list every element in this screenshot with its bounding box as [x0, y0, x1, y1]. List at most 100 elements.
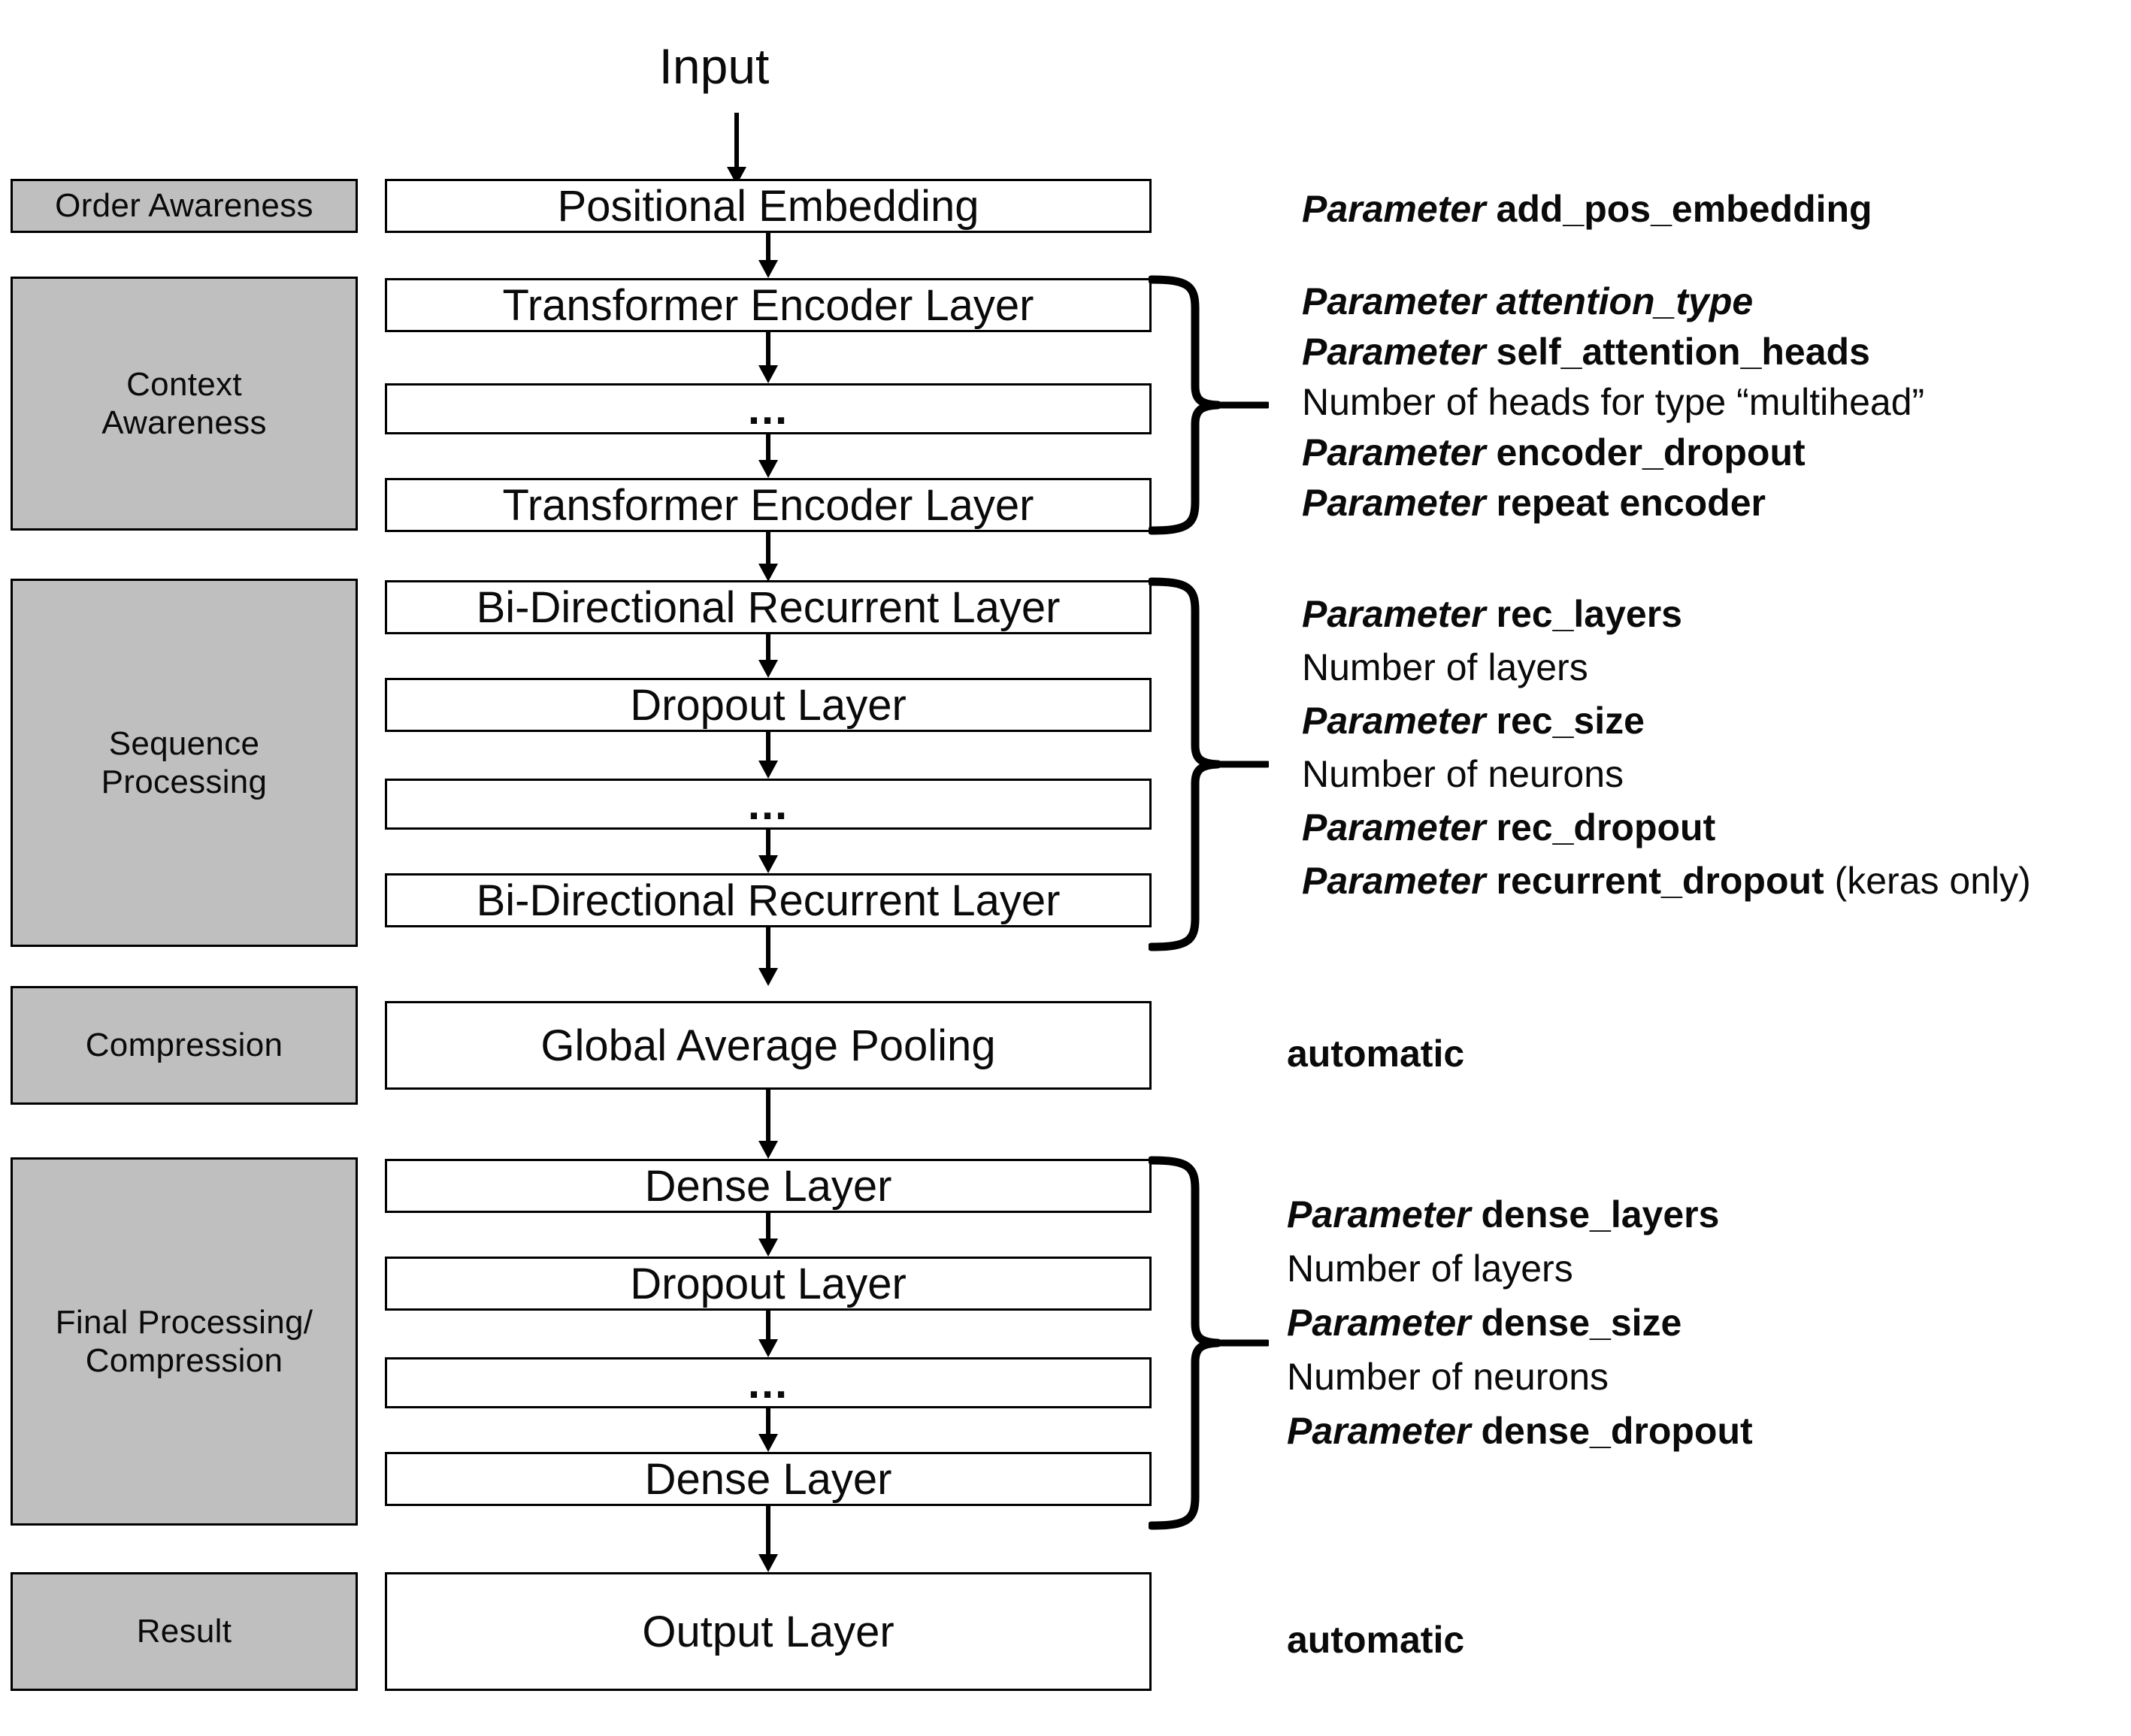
annotation-line: Parameter recurrent_dropout (keras only) [1302, 854, 2031, 908]
arrow-dropout-to-recurrent-ellipsis [746, 732, 791, 779]
node-bidirectional-recurrent-layer-first: Bi-Directional Recurrent Layer [385, 580, 1152, 634]
annotation-suffix: (keras only) [1824, 860, 2031, 902]
annotation-keyword: Parameter [1302, 188, 1486, 230]
arrow-encoder-to-recurrent [746, 532, 791, 582]
arrow-recurrent-to-pooling [746, 927, 791, 986]
annotation-context-awareness: Parameter attention_type Parameter self_… [1302, 277, 1924, 528]
annotation-parameter-name: rec_layers [1496, 593, 1682, 635]
node-transformer-encoder-layer-last: Transformer Encoder Layer [385, 478, 1152, 532]
node-label: ... [747, 384, 789, 434]
category-label: Context Awareness [101, 365, 267, 441]
arrow-input-to-positional-embedding [714, 113, 759, 185]
category-label: Sequence Processing [101, 724, 268, 800]
annotation-automatic: automatic [1287, 1033, 1465, 1075]
annotation-parameter-name: self_attention_heads [1496, 331, 1870, 373]
annotation-parameter-name: dense_size [1481, 1302, 1682, 1344]
annotation-keyword: Parameter [1287, 1302, 1471, 1344]
category-final-processing-compression: Final Processing/ Compression [11, 1157, 358, 1526]
annotation-line: Parameter dense_dropout [1287, 1404, 1753, 1458]
annotation-keyword: Parameter [1287, 1410, 1471, 1452]
annotation-keyword: Parameter [1302, 860, 1486, 902]
category-order-awareness: Order Awareness [11, 179, 358, 233]
arrow-recurrent-ellipsis-to-recurrent-last [746, 830, 791, 873]
node-dense-layer-last: Dense Layer [385, 1452, 1152, 1506]
annotation-line: Parameter rec_dropout [1302, 801, 2031, 854]
category-label: Result [136, 1613, 232, 1650]
node-label: Dense Layer [644, 1161, 892, 1211]
node-transformer-encoder-layer-first: Transformer Encoder Layer [385, 278, 1152, 332]
annotation-result: automatic [1287, 1616, 1464, 1665]
annotation-parameter-name: dense_layers [1481, 1193, 1720, 1235]
annotation-keyword: Parameter [1302, 431, 1486, 473]
arrow-dense-ellipsis-to-dense-last [746, 1408, 791, 1452]
input-label: Input [658, 38, 770, 94]
arrow-recurrent-first-to-dropout [746, 634, 791, 678]
node-dropout-layer-dense: Dropout Layer [385, 1257, 1152, 1311]
architecture-diagram: Input Order Awareness Context Awareness … [0, 0, 2131, 1736]
node-label: Positional Embedding [557, 181, 979, 231]
node-dropout-layer-recurrent: Dropout Layer [385, 678, 1152, 732]
annotation-keyword: Parameter [1302, 280, 1486, 322]
category-label: Final Processing/ Compression [55, 1303, 313, 1379]
annotation-line: automatic [1287, 1030, 1464, 1078]
arrow-encoder-first-to-ellipsis [746, 332, 791, 383]
annotation-parameter-name: encoder_dropout [1496, 431, 1806, 473]
annotation-parameter-name: attention_type [1496, 280, 1754, 322]
annotation-line: Parameter repeat encoder [1302, 478, 1924, 528]
node-label: Bi-Directional Recurrent Layer [476, 582, 1061, 632]
annotation-line: Parameter rec_size [1302, 694, 2031, 748]
annotation-description: Number of heads for type “multihead” [1302, 381, 1925, 423]
annotation-description: Number of layers [1302, 646, 1588, 688]
node-global-average-pooling: Global Average Pooling [385, 1001, 1152, 1090]
node-positional-embedding: Positional Embedding [385, 179, 1152, 233]
annotation-parameter-name: rec_dropout [1496, 806, 1716, 848]
node-transformer-encoder-ellipsis: ... [385, 383, 1152, 434]
arrow-encoder-ellipsis-to-encoder-last [746, 434, 791, 478]
annotation-sequence-processing: Parameter rec_layers Number of layers Pa… [1302, 588, 2031, 908]
node-label: ... [747, 1358, 789, 1408]
annotation-parameter-name: rec_size [1496, 700, 1645, 742]
brace-final-processing [1149, 1156, 1269, 1530]
annotation-parameter-name: recurrent_dropout [1496, 860, 1824, 902]
annotation-line: Parameter self_attention_heads [1302, 327, 1924, 377]
node-label: Transformer Encoder Layer [502, 480, 1034, 530]
brace-context-awareness [1149, 275, 1269, 535]
brace-sequence-processing [1149, 577, 1269, 951]
annotation-automatic: automatic [1287, 1619, 1465, 1661]
annotation-description: Number of neurons [1287, 1356, 1609, 1398]
node-bidirectional-recurrent-layer-last: Bi-Directional Recurrent Layer [385, 873, 1152, 927]
category-label: Compression [85, 1027, 283, 1064]
annotation-keyword: Parameter [1302, 482, 1486, 524]
annotation-keyword: Parameter [1302, 700, 1486, 742]
annotation-keyword: Parameter [1287, 1193, 1471, 1235]
node-output-layer: Output Layer [385, 1572, 1152, 1691]
annotation-final-processing: Parameter dense_layers Number of layers … [1287, 1187, 1753, 1458]
category-compression: Compression [11, 986, 358, 1105]
annotation-line: Parameter add_pos_embedding [1302, 184, 1872, 234]
annotation-line: Parameter rec_layers [1302, 588, 2031, 641]
category-context-awareness: Context Awareness [11, 277, 358, 531]
node-label: Dropout Layer [630, 1259, 907, 1308]
arrow-dense-first-to-dropout [746, 1213, 791, 1257]
annotation-line: Parameter dense_layers [1287, 1187, 1753, 1242]
annotation-order-awareness: Parameter add_pos_embedding [1302, 184, 1872, 234]
node-dense-layer-first: Dense Layer [385, 1159, 1152, 1213]
annotation-line: Number of neurons [1287, 1350, 1753, 1404]
node-label: Transformer Encoder Layer [502, 280, 1034, 330]
annotation-compression: automatic [1287, 1030, 1464, 1078]
node-bidirectional-recurrent-ellipsis: ... [385, 779, 1152, 830]
annotation-parameter-name: add_pos_embedding [1496, 188, 1872, 230]
annotation-line: Number of neurons [1302, 748, 2031, 801]
node-label: Global Average Pooling [540, 1021, 996, 1070]
annotation-line: Parameter encoder_dropout [1302, 428, 1924, 478]
annotation-line: Number of layers [1302, 641, 2031, 694]
node-label: Dense Layer [644, 1454, 892, 1504]
node-label: Bi-Directional Recurrent Layer [476, 876, 1061, 925]
annotation-parameter-name: dense_dropout [1481, 1410, 1753, 1452]
arrow-dense-dropout-to-ellipsis [746, 1311, 791, 1357]
node-dense-ellipsis: ... [385, 1357, 1152, 1408]
annotation-description: Number of layers [1287, 1248, 1573, 1290]
annotation-line: Parameter dense_size [1287, 1296, 1753, 1350]
arrow-positional-embedding-to-encoder [746, 233, 791, 278]
annotation-line: Number of layers [1287, 1242, 1753, 1296]
